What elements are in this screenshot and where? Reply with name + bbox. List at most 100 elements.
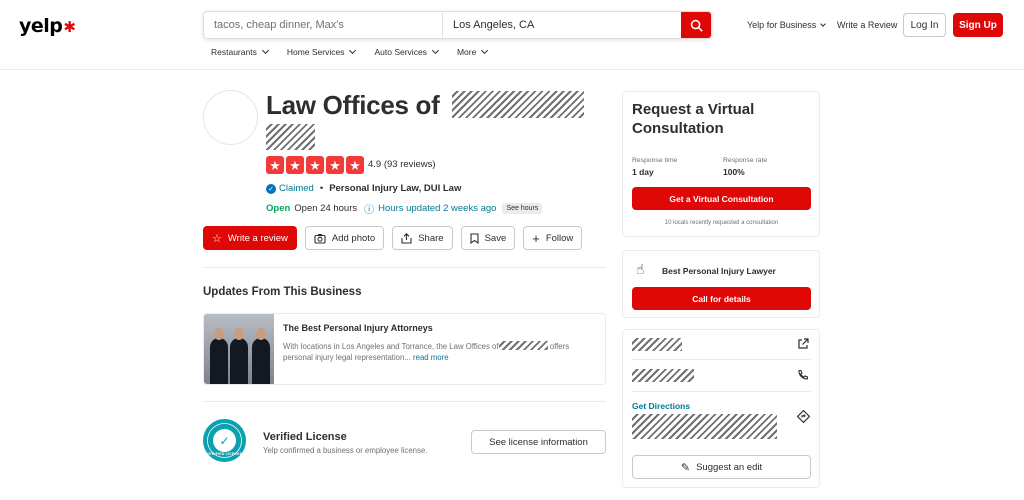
rating-count[interactable]: 4.9 (93 reviews) — [368, 159, 436, 170]
hours-text: Open 24 hours — [294, 203, 358, 214]
divider — [632, 359, 811, 360]
person-figure — [230, 328, 248, 384]
business-categories[interactable]: Personal Injury Law, DUI Law — [329, 183, 461, 194]
pencil-icon: ✎ — [680, 461, 691, 474]
hours-line: Open Open 24 hours ⓘ Hours updated 2 wee… — [266, 201, 543, 216]
info-clock-icon: ⓘ — [364, 205, 375, 216]
get-directions-link[interactable]: Get Directions — [632, 401, 690, 411]
redacted-text — [498, 341, 548, 350]
search-bar: tacos, cheap dinner, Max's Los Angeles, … — [203, 11, 712, 39]
updates-section-title: Updates From This Business — [203, 286, 362, 298]
category-auto-services[interactable]: Auto Services — [374, 46, 439, 57]
location-input[interactable]: Los Angeles, CA — [443, 12, 681, 38]
suggest-edit-label: Suggest an edit — [696, 461, 763, 473]
share-icon — [401, 232, 412, 244]
divider — [203, 267, 606, 268]
star-icon: ★ — [346, 156, 364, 174]
chevron-down-icon — [349, 46, 357, 55]
read-more-link[interactable]: read more — [413, 353, 449, 362]
redacted-phone[interactable] — [632, 369, 694, 382]
write-review-link[interactable]: Write a Review — [837, 13, 897, 37]
yelp-burst-icon: ✱ — [63, 18, 76, 36]
consultation-title: Request a Virtual Consultation — [632, 101, 755, 137]
person-figure — [210, 328, 228, 384]
claimed-check-icon: ✓ — [266, 183, 276, 194]
update-body-text: With locations in Los Angeles and Torran… — [283, 342, 499, 351]
promo-title: Best Personal Injury Lawyer — [662, 266, 776, 276]
business-avatar[interactable] — [203, 90, 258, 145]
chevron-down-icon — [261, 46, 269, 55]
consultation-note: 10 locals recently requested a consultat… — [664, 220, 779, 226]
star-rating: ★ ★ ★ ★ ★ — [266, 156, 364, 174]
divider — [203, 401, 606, 402]
yelp-logo[interactable]: yelp✱ — [19, 15, 76, 37]
write-review-button[interactable]: ☆ Write a review — [203, 226, 297, 250]
add-photo-label: Add photo — [331, 232, 376, 244]
see-license-button[interactable]: See license information — [471, 430, 606, 454]
bookmark-icon — [470, 232, 479, 244]
verified-license-title: Verified License — [263, 431, 347, 443]
suggest-edit-button[interactable]: ✎ Suggest an edit — [632, 455, 811, 479]
call-for-details-button[interactable]: Call for details — [632, 287, 811, 310]
business-name: Law Offices of — [266, 88, 585, 158]
redacted-name-part — [266, 124, 315, 150]
business-update-card[interactable]: The Best Personal Injury Attorneys With … — [203, 313, 606, 385]
redacted-address — [632, 414, 777, 439]
category-home-services[interactable]: Home Services — [287, 46, 357, 57]
star-icon: ★ — [326, 156, 344, 174]
share-label: Share — [418, 232, 444, 244]
star-icon: ★ — [266, 156, 284, 174]
response-rate-label: Response rate — [723, 157, 768, 164]
yelp-for-business-menu[interactable]: Yelp for Business — [747, 13, 827, 37]
search-input[interactable]: tacos, cheap dinner, Max's — [204, 12, 443, 38]
external-link-icon[interactable] — [797, 338, 809, 350]
star-outline-icon: ☆ — [212, 232, 222, 245]
verified-license-subtitle: Yelp confirmed a business or employee li… — [263, 446, 428, 455]
category-more[interactable]: More — [457, 46, 489, 57]
follow-button[interactable]: + Follow — [523, 226, 583, 250]
claimed-line: ✓ Claimed • Personal Injury Law, DUI Law — [266, 183, 461, 194]
star-icon: ★ — [306, 156, 324, 174]
claimed-label[interactable]: Claimed — [279, 183, 314, 194]
redacted-name-part — [452, 91, 585, 118]
phone-icon[interactable] — [797, 369, 809, 381]
update-body: With locations in Los Angeles and Torran… — [283, 341, 588, 363]
update-title: The Best Personal Injury Attorneys — [283, 323, 433, 333]
share-button[interactable]: Share — [392, 226, 453, 250]
redacted-website[interactable] — [632, 338, 682, 351]
action-bar: ☆ Write a review Add photo Share Save + … — [203, 226, 590, 250]
camera-icon — [314, 233, 326, 244]
write-review-label: Write a review — [227, 232, 288, 244]
save-label: Save — [484, 232, 507, 244]
chevron-down-icon — [820, 20, 827, 27]
follow-label: Follow — [545, 232, 574, 244]
response-time-value: 1 day — [632, 167, 654, 177]
save-button[interactable]: Save — [460, 226, 516, 250]
verified-badge-text: VERIFIED LICENSE — [206, 452, 243, 456]
search-icon — [690, 19, 703, 32]
plus-icon: + — [532, 230, 540, 246]
search-button[interactable] — [681, 12, 711, 38]
star-icon: ★ — [286, 156, 304, 174]
see-hours-button[interactable]: See hours — [502, 203, 543, 214]
chevron-down-icon — [431, 46, 439, 55]
response-rate-value: 100% — [723, 167, 745, 177]
chevron-down-icon — [481, 46, 489, 55]
add-photo-button[interactable]: Add photo — [304, 226, 385, 250]
open-status: Open — [266, 203, 291, 214]
response-time-label: Response time — [632, 157, 678, 164]
category-restaurants[interactable]: Restaurants — [211, 46, 269, 57]
login-button[interactable]: Log In — [903, 13, 946, 37]
separator: • — [319, 183, 324, 194]
get-consultation-button[interactable]: Get a Virtual Consultation — [632, 187, 811, 210]
top-header: yelp✱ tacos, cheap dinner, Max's Los Ang… — [0, 0, 1024, 70]
hours-updated: Hours updated 2 weeks ago — [378, 203, 497, 214]
directions-icon[interactable] — [797, 410, 810, 423]
yelp-for-business-label: Yelp for Business — [747, 20, 817, 30]
signup-button[interactable]: Sign Up — [953, 13, 1003, 37]
person-figure — [252, 328, 270, 384]
tap-hand-icon: ☝ — [636, 261, 645, 277]
update-photo[interactable] — [204, 314, 274, 384]
divider — [632, 391, 811, 392]
category-nav: Restaurants Home Services Auto Services … — [211, 46, 506, 57]
